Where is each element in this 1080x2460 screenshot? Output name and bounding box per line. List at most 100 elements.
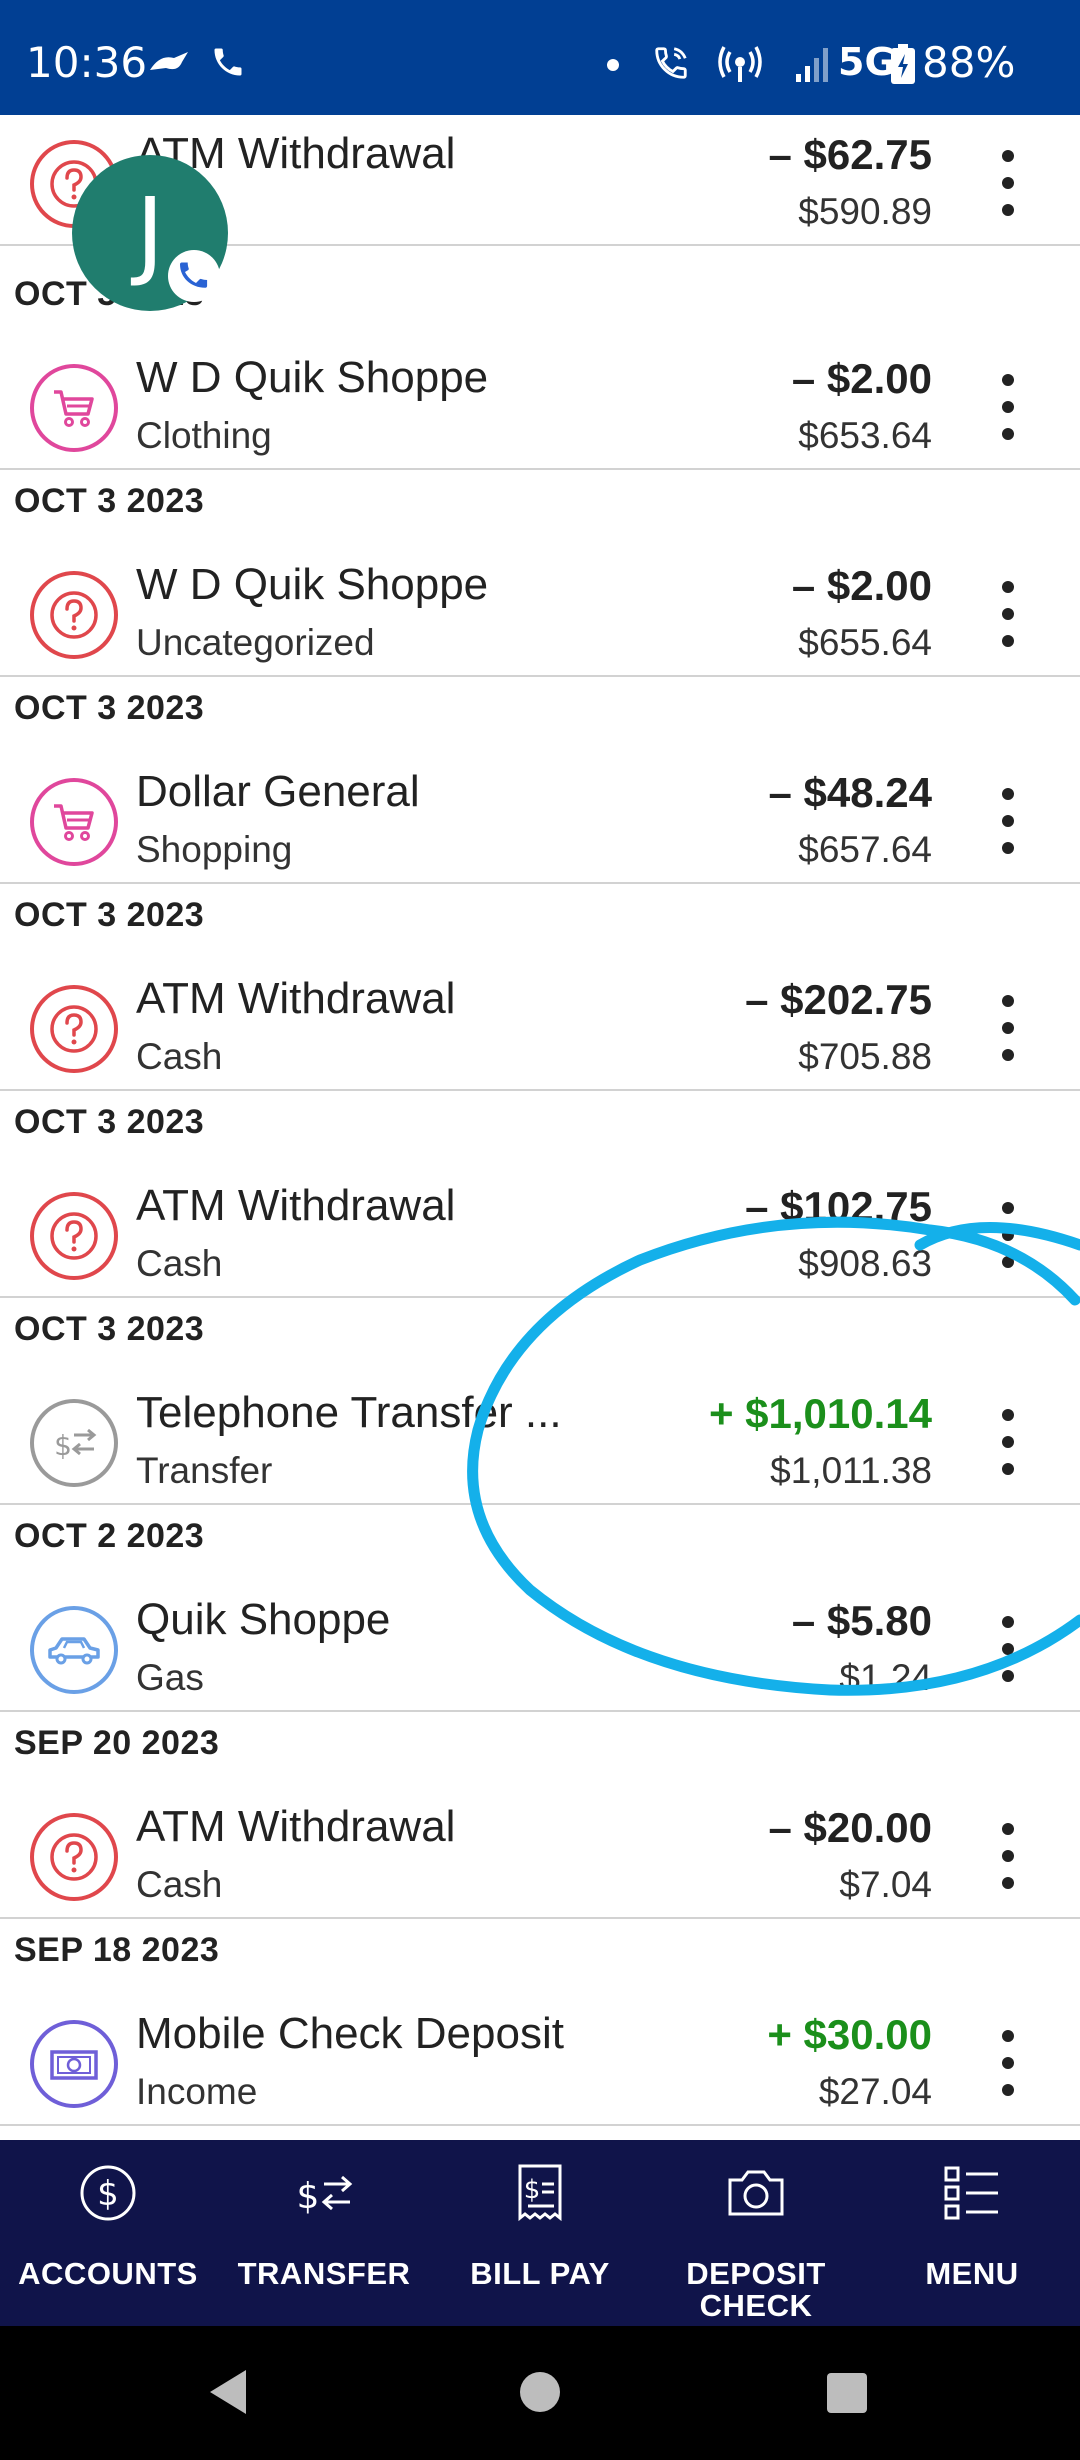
transfer-arrows-icon: $ xyxy=(297,2175,353,2217)
transaction-row[interactable]: SEP 18 2023 Mobile Check Deposit Income … xyxy=(0,1919,1080,2126)
transaction-amount: – $20.00 xyxy=(768,1804,933,1851)
transaction-row[interactable]: OCT 2 2023 Quik Shoppe Gas – $5.80 $1.24 xyxy=(0,1505,1080,1712)
transaction-name: W D Quik Shoppe xyxy=(136,353,489,402)
running-balance: $7.04 xyxy=(839,1864,932,1905)
signal-icon xyxy=(796,48,828,82)
transaction-amount: + $1,010.14 xyxy=(708,1390,932,1437)
question-icon xyxy=(50,591,98,639)
phone-icon xyxy=(214,48,242,76)
nav-menu[interactable]: MENU xyxy=(864,2140,1080,2326)
nav-bill-pay[interactable]: $ BILL PAY xyxy=(432,2140,648,2326)
cart-icon xyxy=(54,390,94,427)
home-icon[interactable] xyxy=(518,2370,562,2414)
back-icon[interactable] xyxy=(206,2368,250,2416)
transaction-amount: – $2.00 xyxy=(791,355,932,402)
more-options-icon[interactable] xyxy=(984,144,1032,224)
category-icon-badge xyxy=(30,1813,118,1901)
dollar-circle-icon: $ xyxy=(80,2165,136,2221)
transaction-name: ATM Withdrawal xyxy=(136,1802,456,1851)
nav-label: MENU xyxy=(925,2256,1019,2291)
transaction-amount: + $30.00 xyxy=(767,2011,932,2058)
transaction-category: Shopping xyxy=(136,829,293,870)
transaction-row[interactable]: OCT 3 2023 ATM Withdrawal Cash – $102.75… xyxy=(0,1091,1080,1298)
camera-icon xyxy=(728,2170,784,2216)
more-options-icon[interactable] xyxy=(984,575,1032,655)
battery-percent: 88% xyxy=(922,38,1016,87)
transaction-date: OCT 3 2023 xyxy=(14,689,205,727)
transaction-name: W D Quik Shoppe xyxy=(136,560,489,609)
running-balance: $1,011.38 xyxy=(770,1450,932,1491)
transaction-row[interactable]: SEP 20 2023 ATM Withdrawal Cash – $20.00… xyxy=(0,1712,1080,1919)
more-options-icon[interactable] xyxy=(984,368,1032,448)
more-options-icon[interactable] xyxy=(984,989,1032,1069)
transaction-list[interactable]: ATM Withdrawal – $62.75 $590.89 OCT 3 20… xyxy=(0,115,1080,2140)
money-icon xyxy=(50,2050,98,2080)
transaction-row[interactable]: OCT 3 2023 Dollar General Shopping – $48… xyxy=(0,677,1080,884)
transaction-amount: – $62.75 xyxy=(768,131,933,178)
more-options-icon[interactable] xyxy=(984,1403,1032,1483)
transaction-row[interactable]: OCT 3 2023 $ Telephone Transfer ... Tran… xyxy=(0,1298,1080,1505)
transaction-category: Transfer xyxy=(136,1450,273,1491)
running-balance: $705.88 xyxy=(798,1036,932,1077)
running-balance: $590.89 xyxy=(798,191,932,232)
svg-text:$: $ xyxy=(297,2176,320,2217)
transaction-row[interactable]: OCT 3 2023 ATM Withdrawal Cash – $202.75… xyxy=(0,884,1080,1091)
more-options-icon[interactable] xyxy=(984,1817,1032,1897)
svg-text:$: $ xyxy=(97,2174,119,2214)
running-balance: $653.64 xyxy=(798,415,932,456)
transaction-name: Mobile Check Deposit xyxy=(136,2009,564,2058)
wifi-calling-icon xyxy=(655,47,687,79)
status-time: 10:36 xyxy=(26,38,148,87)
category-icon-badge: $ xyxy=(30,1399,118,1487)
transaction-amount: – $102.75 xyxy=(745,1183,932,1230)
category-icon-badge xyxy=(30,985,118,1073)
transaction-category: Income xyxy=(136,2071,258,2112)
running-balance: $657.64 xyxy=(798,829,932,870)
transaction-amount: – $2.00 xyxy=(791,562,932,609)
running-balance: $27.04 xyxy=(818,2071,932,2112)
transaction-category: Cash xyxy=(136,1243,223,1284)
more-options-icon[interactable] xyxy=(984,1196,1032,1276)
question-icon xyxy=(50,1212,98,1260)
dot-icon xyxy=(607,59,619,71)
transaction-category: Cash xyxy=(136,1036,223,1077)
more-options-icon[interactable] xyxy=(984,1610,1032,1690)
bottom-navigation: $ ACCOUNTS $ TRANSFER $ BILL PAY DEPOSIT… xyxy=(0,2140,1080,2326)
transfer-icon: $ xyxy=(54,1428,97,1462)
category-icon-badge xyxy=(30,364,118,452)
transaction-date: OCT 3 2023 xyxy=(14,482,205,520)
transaction-category: Cash xyxy=(136,1864,223,1905)
receipt-icon: $ xyxy=(518,2164,562,2222)
transaction-name: Quik Shoppe xyxy=(136,1595,391,1644)
question-icon xyxy=(50,1005,98,1053)
transaction-category: Uncategorized xyxy=(136,622,375,663)
running-balance: $908.63 xyxy=(798,1243,932,1284)
more-options-icon[interactable] xyxy=(984,782,1032,862)
transaction-date: SEP 18 2023 xyxy=(14,1931,220,1969)
transaction-date: SEP 20 2023 xyxy=(14,1724,220,1762)
transaction-row[interactable]: OCT 3 2023 W D Quik Shoppe Uncategorized… xyxy=(0,470,1080,677)
category-icon-badge xyxy=(30,778,118,866)
transaction-date: OCT 3 2023 xyxy=(14,896,205,934)
nav-deposit-check[interactable]: DEPOSIT CHECK xyxy=(648,2140,864,2326)
nav-label-line: CHECK xyxy=(699,2288,813,2323)
transaction-name: Dollar General xyxy=(136,767,420,816)
status-bar: 10:36 5G 88% xyxy=(0,0,1080,115)
more-options-icon[interactable] xyxy=(984,2024,1032,2104)
transaction-category: Clothing xyxy=(136,415,272,456)
call-badge-icon xyxy=(170,252,218,300)
transaction-date: OCT 2 2023 xyxy=(14,1517,205,1555)
nav-accounts[interactable]: $ ACCOUNTS xyxy=(0,2140,216,2326)
question-icon xyxy=(50,1833,98,1881)
category-icon-badge xyxy=(30,571,118,659)
cart-icon xyxy=(54,804,94,841)
transaction-amount: – $48.24 xyxy=(768,769,933,816)
recents-icon[interactable] xyxy=(826,2372,868,2414)
transaction-name: ATM Withdrawal xyxy=(136,1181,456,1230)
transaction-name: Telephone Transfer ... xyxy=(136,1388,562,1437)
svg-text:$: $ xyxy=(54,1429,72,1462)
category-icon-badge xyxy=(30,2020,118,2108)
nav-label: BILL PAY xyxy=(470,2256,610,2291)
category-icon-badge xyxy=(30,1606,118,1694)
nav-transfer[interactable]: $ TRANSFER xyxy=(216,2140,432,2326)
